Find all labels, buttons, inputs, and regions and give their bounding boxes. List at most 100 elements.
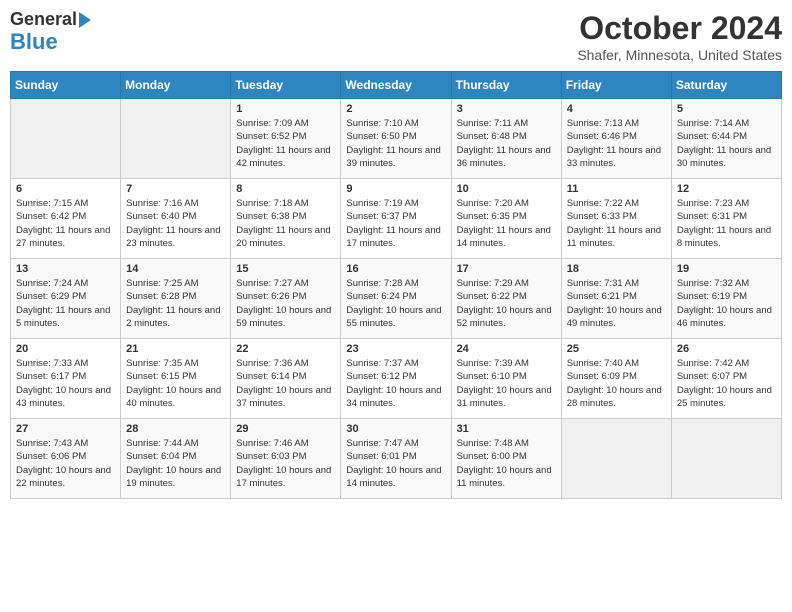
day-info: Sunrise: 7:09 AMSunset: 6:52 PMDaylight:… — [236, 117, 335, 170]
logo: General Blue — [10, 10, 91, 54]
weekday-header: Wednesday — [341, 72, 451, 99]
logo-arrow-icon — [79, 12, 91, 28]
logo-blue: Blue — [10, 30, 58, 54]
calendar-day-cell: 15 Sunrise: 7:27 AMSunset: 6:26 PMDayligh… — [231, 259, 341, 339]
calendar-day-cell: 30 Sunrise: 7:47 AMSunset: 6:01 PMDayligh… — [341, 419, 451, 499]
day-info: Sunrise: 7:43 AMSunset: 6:06 PMDaylight:… — [16, 437, 115, 490]
day-number: 28 — [126, 423, 225, 435]
calendar-day-cell: 31 Sunrise: 7:48 AMSunset: 6:00 PMDayligh… — [451, 419, 561, 499]
page-header: General Blue October 2024 Shafer, Minnes… — [10, 10, 782, 63]
calendar-day-cell: 26 Sunrise: 7:42 AMSunset: 6:07 PMDayligh… — [671, 339, 781, 419]
calendar-day-cell: 13 Sunrise: 7:24 AMSunset: 6:29 PMDayligh… — [11, 259, 121, 339]
day-info: Sunrise: 7:22 AMSunset: 6:33 PMDaylight:… — [567, 197, 666, 250]
calendar-day-cell: 23 Sunrise: 7:37 AMSunset: 6:12 PMDayligh… — [341, 339, 451, 419]
calendar-day-cell: 19 Sunrise: 7:32 AMSunset: 6:19 PMDayligh… — [671, 259, 781, 339]
day-info: Sunrise: 7:48 AMSunset: 6:00 PMDaylight:… — [457, 437, 556, 490]
weekday-header: Monday — [121, 72, 231, 99]
day-info: Sunrise: 7:36 AMSunset: 6:14 PMDaylight:… — [236, 357, 335, 410]
day-info: Sunrise: 7:37 AMSunset: 6:12 PMDaylight:… — [346, 357, 445, 410]
calendar-day-cell: 4Sunrise: 7:13 AMSunset: 6:46 PMDaylight… — [561, 99, 671, 179]
day-number: 25 — [567, 343, 666, 355]
calendar-day-cell: 5Sunrise: 7:14 AMSunset: 6:44 PMDaylight… — [671, 99, 781, 179]
day-info: Sunrise: 7:10 AMSunset: 6:50 PMDaylight:… — [346, 117, 445, 170]
day-number: 11 — [567, 183, 666, 195]
calendar-day-cell: 16 Sunrise: 7:28 AMSunset: 6:24 PMDayligh… — [341, 259, 451, 339]
day-number: 10 — [457, 183, 556, 195]
day-number: 3 — [457, 103, 556, 115]
calendar-day-cell: 25 Sunrise: 7:40 AMSunset: 6:09 PMDayligh… — [561, 339, 671, 419]
day-info: Sunrise: 7:29 AMSunset: 6:22 PMDaylight:… — [457, 277, 556, 330]
calendar-day-cell: 17 Sunrise: 7:29 AMSunset: 6:22 PMDayligh… — [451, 259, 561, 339]
day-info: Sunrise: 7:47 AMSunset: 6:01 PMDaylight:… — [346, 437, 445, 490]
day-info: Sunrise: 7:27 AMSunset: 6:26 PMDaylight:… — [236, 277, 335, 330]
weekday-header: Thursday — [451, 72, 561, 99]
calendar-day-cell: 24 Sunrise: 7:39 AMSunset: 6:10 PMDayligh… — [451, 339, 561, 419]
day-number: 15 — [236, 263, 335, 275]
day-number: 29 — [236, 423, 335, 435]
day-info: Sunrise: 7:31 AMSunset: 6:21 PMDaylight:… — [567, 277, 666, 330]
day-info: Sunrise: 7:25 AMSunset: 6:28 PMDaylight:… — [126, 277, 225, 330]
day-number: 16 — [346, 263, 445, 275]
calendar-day-cell: 12Sunrise: 7:23 AMSunset: 6:31 PMDayligh… — [671, 179, 781, 259]
calendar-day-cell — [671, 419, 781, 499]
weekday-header-row: SundayMondayTuesdayWednesdayThursdayFrid… — [11, 72, 782, 99]
calendar-week-row: 27Sunrise: 7:43 AMSunset: 6:06 PMDayligh… — [11, 419, 782, 499]
calendar-day-cell — [121, 99, 231, 179]
day-info: Sunrise: 7:20 AMSunset: 6:35 PMDaylight:… — [457, 197, 556, 250]
day-info: Sunrise: 7:23 AMSunset: 6:31 PMDaylight:… — [677, 197, 776, 250]
day-number: 22 — [236, 343, 335, 355]
day-info: Sunrise: 7:15 AMSunset: 6:42 PMDaylight:… — [16, 197, 115, 250]
calendar-day-cell: 14 Sunrise: 7:25 AMSunset: 6:28 PMDayligh… — [121, 259, 231, 339]
day-info: Sunrise: 7:28 AMSunset: 6:24 PMDaylight:… — [346, 277, 445, 330]
location-label: Shafer, Minnesota, United States — [577, 47, 782, 63]
day-info: Sunrise: 7:19 AMSunset: 6:37 PMDaylight:… — [346, 197, 445, 250]
day-number: 18 — [567, 263, 666, 275]
day-number: 1 — [236, 103, 335, 115]
day-number: 13 — [16, 263, 115, 275]
day-number: 19 — [677, 263, 776, 275]
calendar-day-cell: 28 Sunrise: 7:44 AMSunset: 6:04 PMDayligh… — [121, 419, 231, 499]
day-number: 21 — [126, 343, 225, 355]
logo-general: General — [10, 10, 77, 30]
calendar-day-cell: 18 Sunrise: 7:31 AMSunset: 6:21 PMDayligh… — [561, 259, 671, 339]
day-number: 23 — [346, 343, 445, 355]
calendar-week-row: 6 Sunrise: 7:15 AMSunset: 6:42 PMDaylight… — [11, 179, 782, 259]
day-info: Sunrise: 7:44 AMSunset: 6:04 PMDaylight:… — [126, 437, 225, 490]
day-number: 24 — [457, 343, 556, 355]
day-number: 7 — [126, 183, 225, 195]
calendar-day-cell: 22 Sunrise: 7:36 AMSunset: 6:14 PMDayligh… — [231, 339, 341, 419]
day-info: Sunrise: 7:40 AMSunset: 6:09 PMDaylight:… — [567, 357, 666, 410]
calendar-day-cell: 20Sunrise: 7:33 AMSunset: 6:17 PMDayligh… — [11, 339, 121, 419]
day-number: 17 — [457, 263, 556, 275]
calendar-day-cell: 11 Sunrise: 7:22 AMSunset: 6:33 PMDayligh… — [561, 179, 671, 259]
day-number: 26 — [677, 343, 776, 355]
calendar-day-cell: 9 Sunrise: 7:19 AMSunset: 6:37 PMDaylight… — [341, 179, 451, 259]
calendar-day-cell: 3Sunrise: 7:11 AMSunset: 6:48 PMDaylight… — [451, 99, 561, 179]
calendar-table: SundayMondayTuesdayWednesdayThursdayFrid… — [10, 71, 782, 499]
calendar-day-cell: 6 Sunrise: 7:15 AMSunset: 6:42 PMDaylight… — [11, 179, 121, 259]
day-info: Sunrise: 7:32 AMSunset: 6:19 PMDaylight:… — [677, 277, 776, 330]
day-number: 30 — [346, 423, 445, 435]
day-info: Sunrise: 7:39 AMSunset: 6:10 PMDaylight:… — [457, 357, 556, 410]
weekday-header: Tuesday — [231, 72, 341, 99]
calendar-day-cell: 21Sunrise: 7:35 AMSunset: 6:15 PMDayligh… — [121, 339, 231, 419]
day-number: 14 — [126, 263, 225, 275]
day-info: Sunrise: 7:24 AMSunset: 6:29 PMDaylight:… — [16, 277, 115, 330]
calendar-week-row: 20Sunrise: 7:33 AMSunset: 6:17 PMDayligh… — [11, 339, 782, 419]
calendar-day-cell: 27Sunrise: 7:43 AMSunset: 6:06 PMDayligh… — [11, 419, 121, 499]
weekday-header: Saturday — [671, 72, 781, 99]
day-number: 6 — [16, 183, 115, 195]
calendar-day-cell: 1 Sunrise: 7:09 AMSunset: 6:52 PMDaylight… — [231, 99, 341, 179]
weekday-header: Sunday — [11, 72, 121, 99]
calendar-day-cell: 7Sunrise: 7:16 AMSunset: 6:40 PMDaylight… — [121, 179, 231, 259]
day-number: 31 — [457, 423, 556, 435]
weekday-header: Friday — [561, 72, 671, 99]
day-info: Sunrise: 7:13 AMSunset: 6:46 PMDaylight:… — [567, 117, 666, 170]
title-block: October 2024 Shafer, Minnesota, United S… — [577, 10, 782, 63]
calendar-week-row: 1 Sunrise: 7:09 AMSunset: 6:52 PMDaylight… — [11, 99, 782, 179]
day-number: 2 — [346, 103, 445, 115]
day-info: Sunrise: 7:42 AMSunset: 6:07 PMDaylight:… — [677, 357, 776, 410]
day-info: Sunrise: 7:18 AMSunset: 6:38 PMDaylight:… — [236, 197, 335, 250]
day-number: 9 — [346, 183, 445, 195]
day-number: 20 — [16, 343, 115, 355]
